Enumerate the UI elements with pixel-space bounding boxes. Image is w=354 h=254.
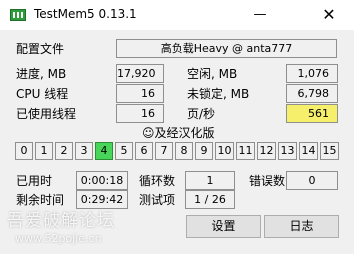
core-indicator: 1 (35, 142, 53, 160)
progress-label: 进度, MB (16, 67, 67, 81)
window-title: TestMem5 0.13.1 (34, 7, 137, 21)
settings-button[interactable]: 设置 (186, 215, 261, 238)
pages-per-sec-value: 561 (286, 104, 338, 123)
core-indicator: 14 (299, 142, 318, 160)
core-indicator: 2 (55, 142, 73, 160)
config-profile-field[interactable]: 高负载Heavy @ anta777 (116, 39, 337, 58)
used-threads-value: 16 (116, 104, 164, 123)
progress-value: 17,920 (116, 64, 164, 83)
remaining-value: 0:29:42 (76, 190, 128, 209)
elapsed-value: 0:00:18 (76, 171, 128, 190)
core-indicator-active: 4 (95, 142, 113, 160)
core-indicator: 0 (15, 142, 33, 160)
core-indicator: 12 (257, 142, 276, 160)
errors-label: 错误数 (249, 174, 286, 188)
cpu-threads-label: CPU 线程 (16, 87, 69, 101)
title-bar: TestMem5 0.13.1 — ✕ (0, 0, 354, 30)
core-indicator: 15 (320, 142, 339, 160)
close-button[interactable]: ✕ (310, 0, 348, 30)
core-indicator: 7 (155, 142, 173, 160)
core-indicator: 3 (75, 142, 93, 160)
used-threads-label: 已使用线程 (16, 107, 77, 121)
free-value: 1,076 (286, 64, 338, 83)
memory-chip-icon (10, 9, 26, 21)
core-indicator: 13 (278, 142, 297, 160)
config-label: 配置文件 (16, 42, 65, 56)
core-indicator: 9 (195, 142, 213, 160)
cpu-threads-value: 16 (116, 84, 164, 103)
remaining-label: 剩余时间 (16, 193, 65, 207)
core-indicator: 8 (175, 142, 193, 160)
main-panel: 配置文件 高负载Heavy @ anta777 进度, MB 17,920 空闲… (0, 30, 354, 254)
localized-by-text: ☺及经汉化版 (142, 126, 215, 140)
core-indicator: 5 (115, 142, 133, 160)
watermark-url: www.52pojie.cn (15, 232, 102, 245)
test-item-label: 测试项 (139, 193, 176, 207)
errors-value: 0 (286, 171, 338, 190)
cycles-value: 1 (185, 171, 235, 190)
free-label: 空闲, MB (187, 67, 238, 81)
core-indicator: 6 (135, 142, 153, 160)
minimize-button[interactable]: — (241, 0, 279, 30)
unlocked-value: 6,798 (286, 84, 338, 103)
watermark: 吾爱破解论坛 www.52pojie.cn (7, 206, 157, 254)
core-indicator: 10 (215, 142, 234, 160)
cycles-label: 循环数 (139, 174, 176, 188)
elapsed-label: 已用时 (16, 174, 53, 188)
pages-per-sec-label: 页/秒 (187, 107, 216, 121)
test-item-value: 1 / 26 (185, 190, 235, 209)
watermark-text: 吾爱破解论坛 (7, 211, 115, 231)
core-indicator: 11 (236, 142, 255, 160)
log-button[interactable]: 日志 (264, 215, 339, 238)
unlocked-label: 未锁定, MB (187, 87, 250, 101)
